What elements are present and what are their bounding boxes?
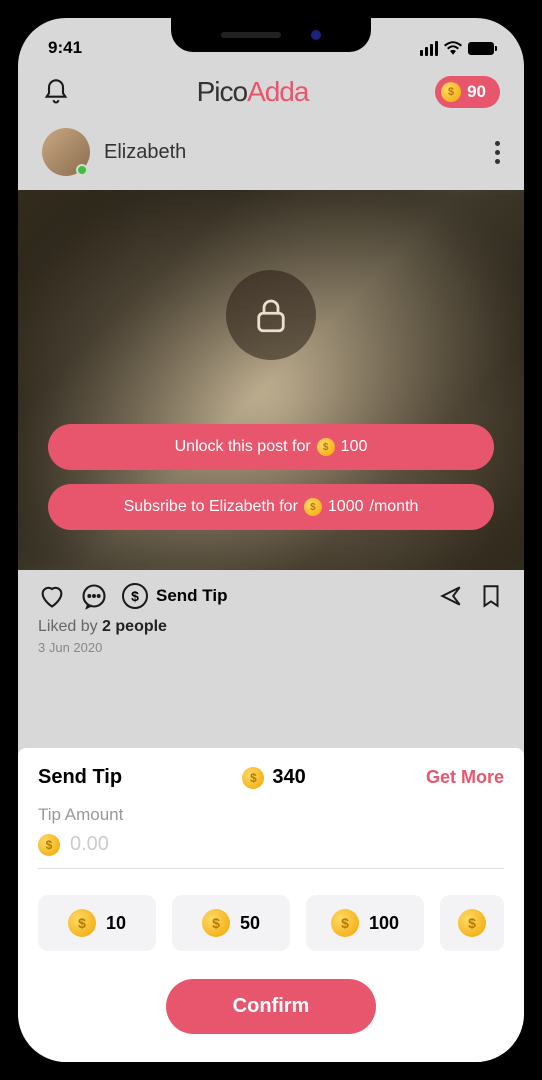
unlock-label: Unlock this post for — [175, 438, 311, 456]
coin-icon — [68, 909, 96, 937]
like-icon[interactable] — [38, 582, 66, 610]
front-camera — [311, 30, 321, 40]
confirm-button[interactable]: Confirm — [166, 979, 376, 1034]
signal-icon — [420, 41, 438, 56]
tip-preset-10[interactable]: 10 — [38, 895, 156, 951]
logo-part-a: Pico — [197, 76, 247, 107]
send-tip-label: Send Tip — [156, 586, 227, 606]
app-logo: PicoAdda — [197, 76, 309, 108]
tip-presets: 10 50 100 — [38, 895, 504, 951]
notifications-icon[interactable] — [42, 78, 70, 106]
speaker-slit — [221, 32, 281, 38]
get-more-link[interactable]: Get More — [426, 767, 504, 788]
post-header: Elizabeth — [18, 118, 524, 190]
post-actions: $ Send Tip — [18, 570, 524, 618]
liked-by-text[interactable]: Liked by 2 people — [38, 618, 504, 636]
logo-part-b: Adda — [247, 76, 308, 107]
battery-icon — [468, 42, 494, 55]
notch — [171, 18, 371, 52]
lock-badge — [226, 270, 316, 360]
phone-frame: 9:41 PicoAdda 90 Elizabeth — [0, 0, 542, 1080]
coin-icon — [458, 909, 486, 937]
tip-balance: 340 — [242, 766, 305, 789]
share-icon[interactable] — [438, 583, 464, 609]
preset-value: 100 — [369, 913, 399, 934]
user-info[interactable]: Elizabeth — [42, 128, 186, 176]
preset-value: 10 — [106, 913, 126, 934]
online-indicator — [76, 164, 88, 176]
coin-icon — [441, 82, 461, 102]
username: Elizabeth — [104, 141, 186, 164]
send-tip-action[interactable]: $ Send Tip — [122, 583, 227, 609]
post-date: 3 Jun 2020 — [38, 640, 504, 655]
tip-amount-label: Tip Amount — [38, 805, 504, 825]
tip-title: Send Tip — [38, 766, 122, 789]
locked-post-image: Unlock this post for 100 Subsribe to Eli… — [18, 190, 524, 570]
subscribe-suffix: /month — [370, 498, 419, 516]
preset-value: 50 — [240, 913, 260, 934]
app-bar: PicoAdda 90 — [18, 68, 524, 118]
tip-preset-overflow[interactable] — [440, 895, 504, 951]
lock-icon — [250, 294, 292, 336]
status-time: 9:41 — [48, 38, 82, 58]
post-meta: Liked by 2 people 3 Jun 2020 — [18, 618, 524, 671]
tip-preset-100[interactable]: 100 — [306, 895, 424, 951]
tip-input-row — [38, 825, 504, 869]
coin-icon — [38, 834, 60, 856]
wifi-icon — [444, 41, 462, 55]
tip-sheet-header: Send Tip 340 Get More — [38, 766, 504, 789]
tip-amount-input[interactable] — [70, 833, 504, 856]
coin-icon — [317, 438, 335, 456]
liked-count: 2 people — [102, 618, 167, 635]
subscribe-button[interactable]: Subsribe to Elizabeth for 1000 /month — [48, 484, 494, 530]
more-options-icon[interactable] — [495, 141, 500, 164]
comment-icon[interactable] — [80, 582, 108, 610]
coin-icon — [242, 767, 264, 789]
phone-screen: 9:41 PicoAdda 90 Elizabeth — [18, 18, 524, 1062]
coin-icon — [304, 498, 322, 516]
unlock-cost: 100 — [341, 438, 368, 456]
tip-balance-value: 340 — [272, 766, 305, 789]
coin-icon — [331, 909, 359, 937]
avatar[interactable] — [42, 128, 90, 176]
coin-balance-badge[interactable]: 90 — [435, 76, 500, 108]
dollar-icon: $ — [122, 583, 148, 609]
coin-balance-value: 90 — [467, 82, 486, 102]
coin-icon — [202, 909, 230, 937]
status-right — [420, 41, 494, 56]
liked-prefix: Liked by — [38, 618, 102, 635]
tip-preset-50[interactable]: 50 — [172, 895, 290, 951]
bookmark-icon[interactable] — [478, 583, 504, 609]
tip-sheet: Send Tip 340 Get More Tip Amount 10 — [18, 748, 524, 1062]
overlay-buttons: Unlock this post for 100 Subsribe to Eli… — [18, 424, 524, 530]
subscribe-cost: 1000 — [328, 498, 364, 516]
unlock-post-button[interactable]: Unlock this post for 100 — [48, 424, 494, 470]
subscribe-label: Subsribe to Elizabeth for — [124, 498, 298, 516]
